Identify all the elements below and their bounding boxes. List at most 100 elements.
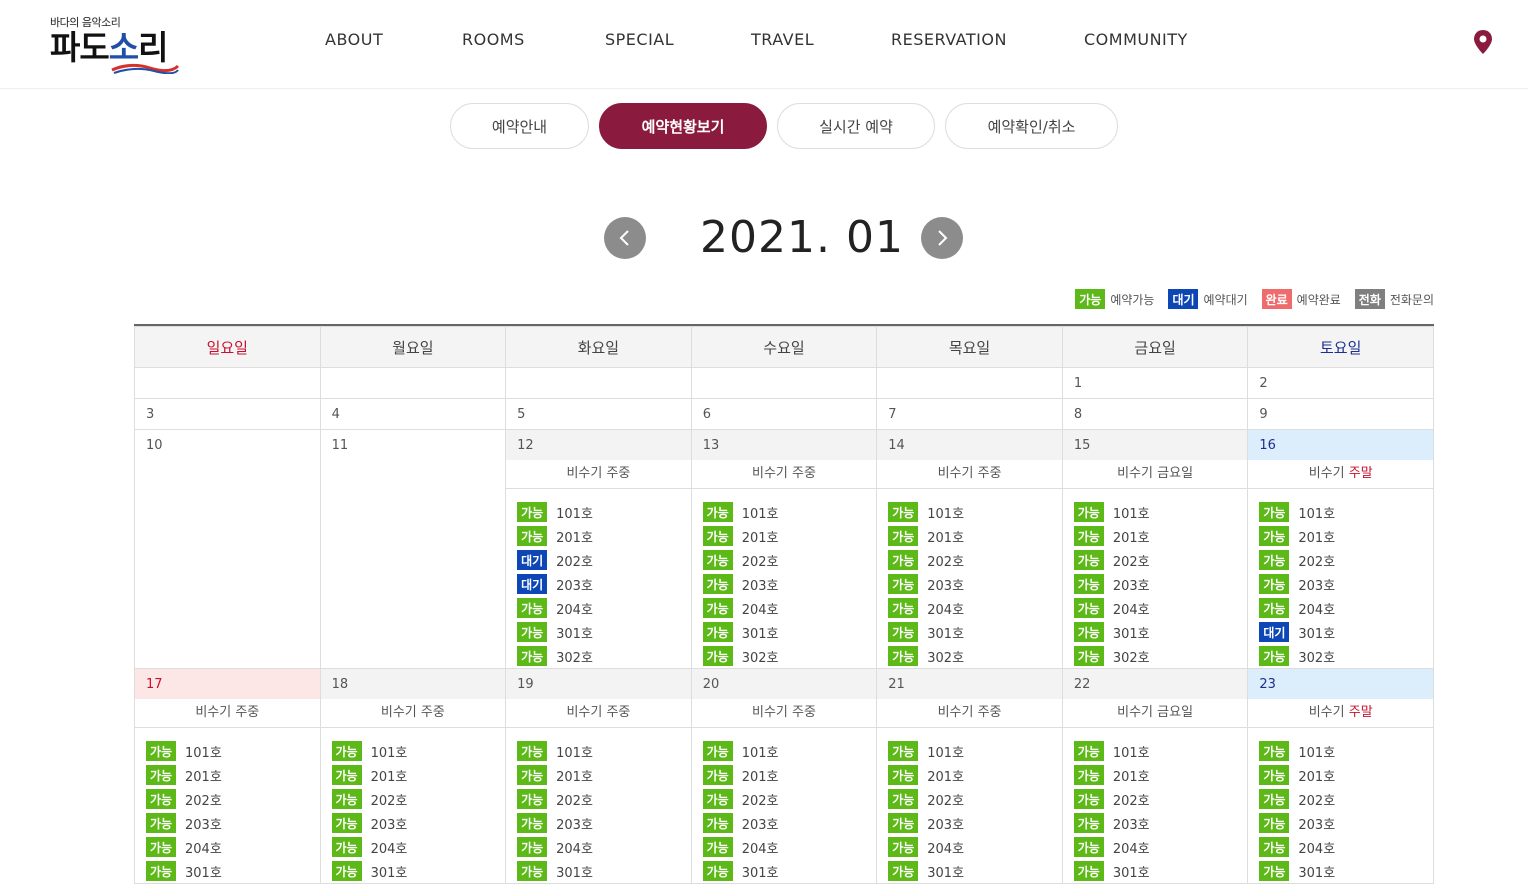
status-badge[interactable]: 가능 [146,861,176,881]
room-status-item[interactable]: 가능 301호 [702,859,877,883]
room-status-item[interactable]: 가능 204호 [331,835,506,859]
status-badge[interactable]: 가능 [1073,837,1104,857]
status-badge[interactable]: 가능 [702,741,733,761]
status-badge[interactable]: 가능 [1259,861,1290,881]
room-status-item[interactable]: 가능 201호 [517,763,691,787]
room-status-item[interactable]: 가능 203호 [888,811,1062,835]
room-status-item[interactable]: 가능 204호 [1073,596,1248,620]
status-badge[interactable]: 가능 [1259,502,1290,522]
room-status-item[interactable]: 가능 202호 [1073,548,1248,572]
room-status-item[interactable]: 대기 203호 [517,572,691,596]
status-badge[interactable]: 가능 [1073,526,1104,546]
status-badge[interactable]: 가능 [888,574,919,594]
room-status-item[interactable]: 가능 101호 [517,739,691,763]
status-badge[interactable]: 가능 [331,861,362,881]
room-status-item[interactable]: 가능 202호 [517,787,691,811]
room-status-item[interactable]: 가능 203호 [1073,811,1248,835]
status-badge[interactable]: 가능 [517,837,548,857]
room-status-item[interactable]: 가능 202호 [1073,787,1248,811]
tab-reservation-guide[interactable]: 예약안내 [450,103,589,149]
room-status-item[interactable]: 가능 301호 [1073,859,1248,883]
status-badge[interactable]: 가능 [1259,813,1290,833]
status-badge[interactable]: 가능 [702,526,733,546]
next-month-button[interactable] [921,217,963,259]
room-status-item[interactable]: 가능 101호 [1259,500,1433,524]
room-status-item[interactable]: 가능 101호 [702,739,877,763]
status-badge[interactable]: 가능 [1073,765,1104,785]
status-badge[interactable]: 가능 [888,550,919,570]
room-status-item[interactable]: 가능 204호 [702,596,877,620]
status-badge[interactable]: 가능 [517,502,548,522]
status-badge[interactable]: 가능 [1073,574,1104,594]
nav-reservation[interactable]: RESERVATION [891,30,1007,49]
status-badge[interactable]: 가능 [888,765,919,785]
room-status-item[interactable]: 가능 202호 [1259,787,1433,811]
status-badge[interactable]: 가능 [888,622,919,642]
status-badge[interactable]: 가능 [888,813,919,833]
room-status-item[interactable]: 가능 301호 [517,859,691,883]
room-status-item[interactable]: 가능 201호 [331,763,506,787]
status-badge[interactable]: 대기 [517,574,548,594]
room-status-item[interactable]: 가능 202호 [702,787,877,811]
status-badge[interactable]: 가능 [1073,550,1104,570]
status-badge[interactable]: 가능 [702,765,733,785]
status-badge[interactable]: 가능 [331,789,362,809]
status-badge[interactable]: 가능 [888,646,919,666]
room-status-item[interactable]: 가능 302호 [888,644,1062,668]
room-status-item[interactable]: 가능 203호 [146,811,320,835]
status-badge[interactable]: 가능 [888,837,919,857]
status-badge[interactable]: 가능 [1073,622,1104,642]
room-status-item[interactable]: 가능 204호 [517,596,691,620]
status-badge[interactable]: 가능 [888,598,919,618]
room-status-item[interactable]: 가능 101호 [1259,739,1433,763]
room-status-item[interactable]: 가능 301호 [888,859,1062,883]
room-status-item[interactable]: 가능 204호 [517,835,691,859]
status-badge[interactable]: 가능 [331,765,362,785]
room-status-item[interactable]: 가능 203호 [702,572,877,596]
status-badge[interactable]: 가능 [517,622,548,642]
room-status-item[interactable]: 가능 204호 [702,835,877,859]
status-badge[interactable]: 가능 [146,813,176,833]
status-badge[interactable]: 가능 [1073,861,1104,881]
room-status-item[interactable]: 가능 203호 [1259,811,1433,835]
prev-month-button[interactable] [604,217,646,259]
status-badge[interactable]: 가능 [517,765,548,785]
room-status-item[interactable]: 가능 203호 [1073,572,1248,596]
status-badge[interactable]: 가능 [888,502,919,522]
room-status-item[interactable]: 가능 101호 [702,500,877,524]
room-status-item[interactable]: 가능 204호 [1259,835,1433,859]
room-status-item[interactable]: 가능 302호 [1073,644,1248,668]
room-status-item[interactable]: 가능 302호 [517,644,691,668]
status-badge[interactable]: 가능 [702,861,733,881]
status-badge[interactable]: 가능 [331,837,362,857]
room-status-item[interactable]: 가능 204호 [146,835,320,859]
room-status-item[interactable]: 가능 101호 [146,739,320,763]
status-badge[interactable]: 가능 [702,574,733,594]
status-badge[interactable]: 가능 [146,741,176,761]
site-logo[interactable]: 바다의 음악소리 파도소리 [50,14,200,74]
room-status-item[interactable]: 가능 203호 [702,811,877,835]
status-badge[interactable]: 가능 [1073,646,1104,666]
status-badge[interactable]: 가능 [1259,550,1290,570]
room-status-item[interactable]: 대기 301호 [1259,620,1433,644]
status-badge[interactable]: 가능 [517,526,548,546]
room-status-item[interactable]: 가능 301호 [888,620,1062,644]
room-status-item[interactable]: 가능 101호 [331,739,506,763]
status-badge[interactable]: 가능 [702,646,733,666]
status-badge[interactable]: 가능 [702,622,733,642]
room-status-item[interactable]: 가능 202호 [1259,548,1433,572]
status-badge[interactable]: 가능 [702,550,733,570]
room-status-item[interactable]: 가능 204호 [1073,835,1248,859]
room-status-item[interactable]: 가능 202호 [888,548,1062,572]
status-badge[interactable]: 가능 [517,861,548,881]
location-pin-icon[interactable] [1472,29,1494,55]
room-status-item[interactable]: 가능 101호 [1073,739,1248,763]
status-badge[interactable]: 가능 [702,813,733,833]
status-badge[interactable]: 가능 [146,789,176,809]
status-badge[interactable]: 가능 [1259,837,1290,857]
status-badge[interactable]: 가능 [1073,789,1104,809]
status-badge[interactable]: 대기 [1259,622,1290,642]
room-status-item[interactable]: 가능 302호 [1259,644,1433,668]
status-badge[interactable]: 가능 [517,741,548,761]
status-badge[interactable]: 가능 [517,646,548,666]
